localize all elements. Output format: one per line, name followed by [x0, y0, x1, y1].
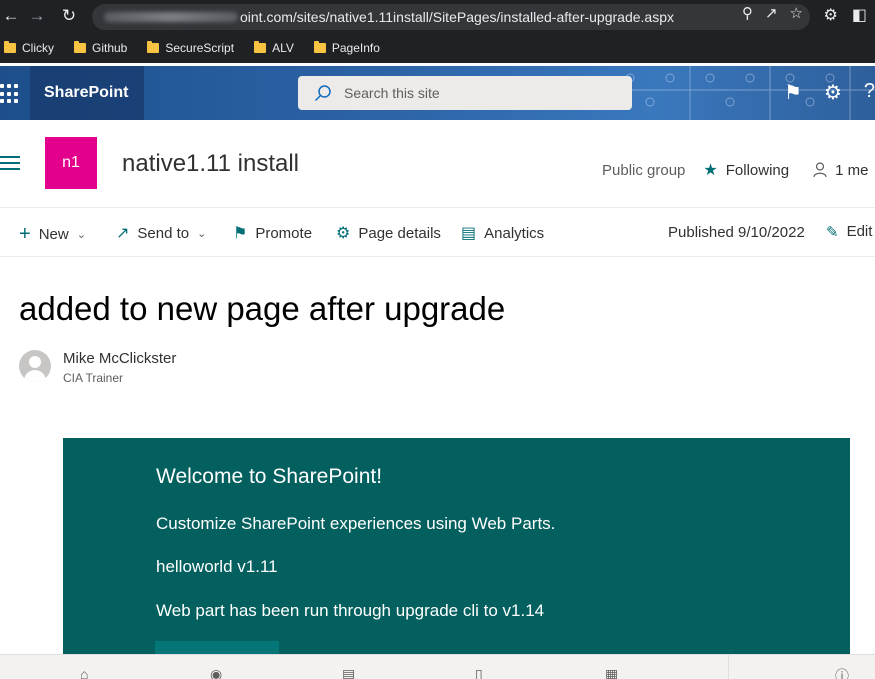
author-avatar[interactable] [19, 350, 51, 382]
edit-button[interactable]: ✎ Edit [826, 223, 872, 241]
chevron-down-icon: ⌄ [76, 229, 86, 241]
list-icon[interactable]: ▦ [605, 666, 618, 679]
site-title[interactable]: native1.11 install [122, 150, 299, 178]
home-icon[interactable]: ⌂ [80, 666, 88, 679]
folder-icon [74, 41, 86, 53]
page-details-button[interactable]: ⚙ Page details [336, 223, 441, 243]
forward-arrow-icon[interactable]: → [26, 5, 48, 27]
suite-bar: SharePoint Search this site ⚑ ⚙ ? [0, 66, 875, 120]
bookmark-alv[interactable]: ALV [254, 41, 294, 55]
news-icon[interactable]: ▤ [342, 666, 355, 679]
plus-icon: + [19, 223, 31, 245]
helloworld-webpart: Welcome to SharePoint! Customize SharePo… [63, 438, 850, 661]
published-date: Published 9/10/2022 [668, 224, 805, 241]
analytics-chart-icon: ▤ [461, 225, 477, 242]
document-icon[interactable]: ▯ [475, 666, 483, 679]
send-to-button[interactable]: ↗ Send to ⌄ [116, 223, 206, 243]
chevron-down-icon: ⌄ [197, 227, 207, 240]
folder-icon [147, 41, 160, 53]
author-name[interactable]: Mike McClickster [63, 350, 176, 367]
search-icon [314, 85, 331, 102]
sharepoint-brand-link[interactable]: SharePoint [30, 66, 144, 120]
help-icon[interactable]: ? [864, 80, 875, 105]
page-title: added to new page after upgrade [19, 290, 506, 327]
bookmark-pageinfo[interactable]: PageInfo [313, 41, 380, 55]
webpart-description: Customize SharePoint experiences using W… [156, 514, 556, 533]
divider [728, 655, 729, 679]
person-icon [813, 162, 827, 178]
url-redacted [104, 12, 238, 22]
browser-toolbar: ← → ↻ oint.com/sites/native1.11install/S… [0, 0, 875, 33]
webpart-upgrade-note: Web part has been run through upgrade cl… [156, 601, 545, 620]
following-button[interactable]: ★ Following [703, 160, 789, 180]
reload-icon[interactable]: ↻ [58, 5, 80, 27]
site-logo[interactable]: n1 [45, 137, 97, 189]
bookmark-github[interactable]: Github [74, 41, 127, 55]
author-role: CIA Trainer [63, 371, 124, 385]
privacy-label: Public group [602, 161, 686, 179]
share-icon: ↗ [116, 225, 130, 242]
command-bar: + New ⌄ ↗ Send to ⌄ ⚑ Promote ⚙ Page det… [0, 209, 875, 257]
bookmark-star-icon[interactable]: ☆ [790, 4, 803, 22]
globe-icon[interactable]: ◉ [210, 666, 222, 679]
new-button[interactable]: + New ⌄ [19, 223, 86, 246]
promote-button[interactable]: ⚑ Promote [233, 223, 312, 243]
star-icon: ★ [703, 162, 718, 179]
analytics-button[interactable]: ▤ Analytics [461, 223, 544, 243]
megaphone-icon: ⚑ [233, 225, 248, 242]
bookmark-clicky[interactable]: Clicky [4, 41, 54, 55]
webpart-title: Welcome to SharePoint! [156, 465, 383, 488]
megaphone-icon[interactable]: ⚑ [784, 80, 802, 105]
site-meta: Public group ★ Following 1 me [602, 160, 868, 180]
folder-icon [313, 41, 326, 53]
bookmarks-bar: Clicky Github SecureScript ALV PageInfo [0, 33, 875, 63]
folder-icon [4, 41, 16, 53]
bottom-toolbar: ⌂ ◉ ▤ ▯ ▦ ⓘ [0, 654, 875, 679]
back-arrow-icon[interactable]: ← [0, 5, 22, 27]
share-icon[interactable]: ↗ [765, 4, 778, 22]
info-icon[interactable]: ⓘ [835, 666, 849, 679]
members-button[interactable]: 1 me [813, 162, 868, 179]
site-search-box[interactable]: Search this site [298, 76, 632, 110]
webpart-version: helloworld v1.11 [156, 557, 278, 576]
zoom-icon[interactable]: ⚲ [742, 4, 753, 22]
site-header: n1 native1.11 install Public group ★ Fol… [0, 120, 875, 208]
search-placeholder: Search this site [344, 85, 440, 101]
pencil-icon: ✎ [826, 224, 839, 241]
address-bar[interactable]: oint.com/sites/native1.11install/SitePag… [92, 4, 810, 30]
folder-icon [254, 41, 267, 53]
settings-gear-icon[interactable]: ⚙ [824, 80, 842, 105]
extensions-icon[interactable]: ⚙ [824, 5, 838, 25]
sidepanel-icon[interactable]: ◧ [852, 5, 867, 25]
app-launcher-icon[interactable] [0, 84, 20, 104]
bookmark-securescript[interactable]: SecureScript [147, 41, 234, 55]
settings-gear-icon: ⚙ [336, 225, 351, 242]
url-text: oint.com/sites/native1.11install/SitePag… [240, 9, 674, 25]
hamburger-menu-icon[interactable] [0, 156, 20, 170]
